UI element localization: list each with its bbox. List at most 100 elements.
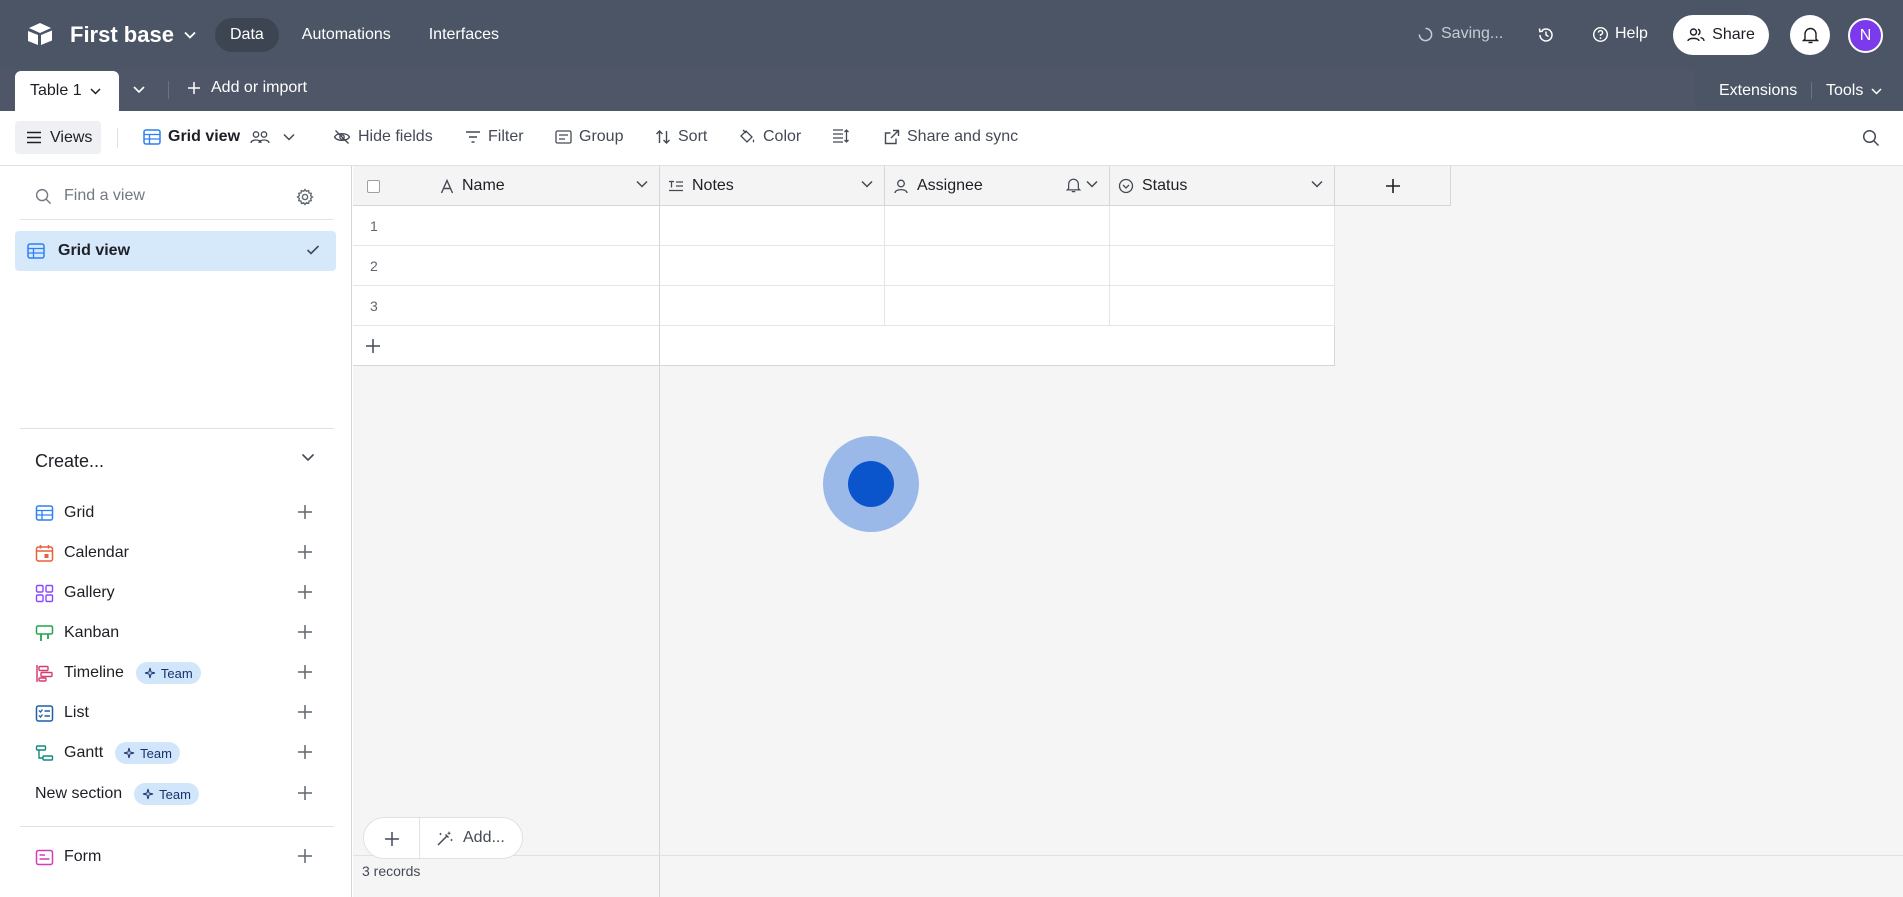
create-gantt-view[interactable]: Gantt Team (35, 741, 180, 765)
plus-icon[interactable] (297, 624, 313, 640)
click-indicator-dot (848, 461, 894, 507)
filter-icon (465, 130, 481, 144)
sparkle-icon (144, 667, 156, 679)
column-header-assignee[interactable]: Assignee (885, 166, 1110, 206)
find-view-input[interactable]: Find a view (35, 187, 145, 205)
users-icon (1687, 27, 1705, 43)
team-badge-label: Team (160, 665, 193, 681)
search-icon (35, 188, 52, 205)
airtable-logo-icon[interactable] (26, 22, 54, 46)
column-label: Status (1142, 177, 1188, 194)
nav-data[interactable]: Data (215, 18, 279, 52)
divider (884, 286, 885, 326)
history-icon[interactable] (1537, 26, 1555, 44)
create-gallery-view[interactable]: Gallery (35, 581, 115, 605)
hide-fields-button[interactable]: Hide fields (333, 128, 433, 146)
create-item-label: List (64, 704, 89, 721)
create-section-heading[interactable]: Create... (35, 451, 104, 472)
spinner-icon (1418, 27, 1433, 42)
add-or-import-button[interactable]: Add or import (187, 79, 307, 97)
column-header-status[interactable]: Status (1110, 166, 1335, 206)
base-name-menu[interactable]: First base (70, 22, 196, 48)
plus-icon[interactable] (297, 664, 313, 680)
chevron-down-icon[interactable] (636, 180, 648, 188)
grid-area: Name Notes Assignee Status 1 2 3 Add... … (353, 166, 1903, 897)
plus-icon (1385, 178, 1401, 194)
divider (1109, 286, 1110, 326)
find-view-placeholder: Find a view (64, 187, 145, 204)
sort-button[interactable]: Sort (655, 128, 707, 146)
all-tables-dropdown[interactable] (132, 81, 146, 99)
chevron-down-icon[interactable] (1311, 180, 1323, 188)
table-row[interactable]: 2 (353, 246, 1335, 286)
column-header-notes[interactable]: Notes (660, 166, 885, 206)
filter-button[interactable]: Filter (465, 128, 524, 146)
create-kanban-view[interactable]: Kanban (35, 621, 119, 645)
create-calendar-view[interactable]: Calendar (35, 541, 129, 565)
create-new-section[interactable]: New section Team (35, 782, 199, 806)
nav-automations[interactable]: Automations (287, 18, 406, 52)
saving-status: Saving... (1418, 25, 1503, 43)
divider (1334, 246, 1335, 286)
column-header-name[interactable]: Name (353, 166, 660, 206)
tools-label: Tools (1826, 82, 1864, 99)
add-field-button[interactable] (1335, 166, 1451, 206)
view-toolbar: Views Grid view Hide fields Filter Group (0, 111, 1903, 166)
avatar[interactable]: N (1848, 18, 1883, 53)
color-button[interactable]: Color (738, 128, 801, 146)
view-label: Grid view (58, 242, 131, 259)
add-record-row[interactable] (353, 326, 1335, 366)
gear-icon[interactable] (296, 188, 314, 206)
divider (353, 855, 1903, 856)
table-row[interactable]: 3 (353, 286, 1335, 326)
chevron-down-icon[interactable] (1086, 180, 1098, 188)
divider (20, 428, 334, 429)
row-height-button[interactable] (832, 128, 850, 144)
chevron-down-icon[interactable] (861, 180, 873, 188)
share-and-sync-button[interactable]: Share and sync (884, 128, 1018, 146)
eye-off-icon (333, 129, 351, 145)
help-label: Help (1615, 25, 1648, 42)
tab-table-1[interactable]: Table 1 (15, 71, 119, 111)
divider (419, 818, 420, 858)
chevron-down-icon (1871, 87, 1882, 95)
share-button[interactable]: Share (1673, 15, 1769, 55)
chevron-down-icon[interactable] (301, 453, 315, 462)
nav-interfaces[interactable]: Interfaces (414, 18, 514, 52)
help-button[interactable]: Help (1592, 25, 1648, 43)
plus-icon[interactable] (297, 584, 313, 600)
table-row[interactable]: 1 (353, 206, 1335, 246)
divider (884, 246, 885, 286)
chevron-down-icon (184, 31, 196, 39)
bell-icon[interactable] (1066, 177, 1081, 193)
grid-view-menu[interactable]: Grid view (143, 128, 295, 146)
tools-button[interactable]: Tools (1826, 82, 1882, 100)
search-icon[interactable] (1862, 129, 1880, 147)
plus-icon[interactable] (297, 704, 313, 720)
saving-text: Saving... (1441, 25, 1504, 42)
views-toggle-button[interactable]: Views (15, 121, 101, 154)
create-list-view[interactable]: List (35, 701, 89, 725)
bell-icon (1801, 26, 1819, 44)
plus-icon[interactable] (297, 848, 313, 864)
column-label: Name (462, 177, 505, 194)
sparkle-icon (142, 788, 154, 800)
create-timeline-view[interactable]: Timeline Team (35, 661, 201, 685)
plus-icon[interactable] (297, 544, 313, 560)
group-button[interactable]: Group (555, 128, 623, 146)
extensions-button[interactable]: Extensions (1719, 82, 1797, 100)
sidebar-view-grid[interactable]: Grid view (15, 231, 336, 271)
add-with-ai-button[interactable]: Add... (436, 829, 505, 847)
top-bar: First base Data Automations Interfaces S… (0, 0, 1903, 69)
plus-icon[interactable] (297, 744, 313, 760)
plus-icon[interactable] (297, 504, 313, 520)
base-name: First base (70, 22, 174, 47)
plus-icon[interactable] (297, 785, 313, 801)
notifications-button[interactable] (1790, 15, 1830, 55)
create-item-label: Calendar (64, 544, 129, 561)
create-grid-view[interactable]: Grid (35, 501, 94, 525)
create-form-view[interactable]: Form (35, 845, 101, 869)
divider (1109, 206, 1110, 246)
plus-icon[interactable] (384, 831, 400, 847)
form-icon (35, 848, 54, 867)
